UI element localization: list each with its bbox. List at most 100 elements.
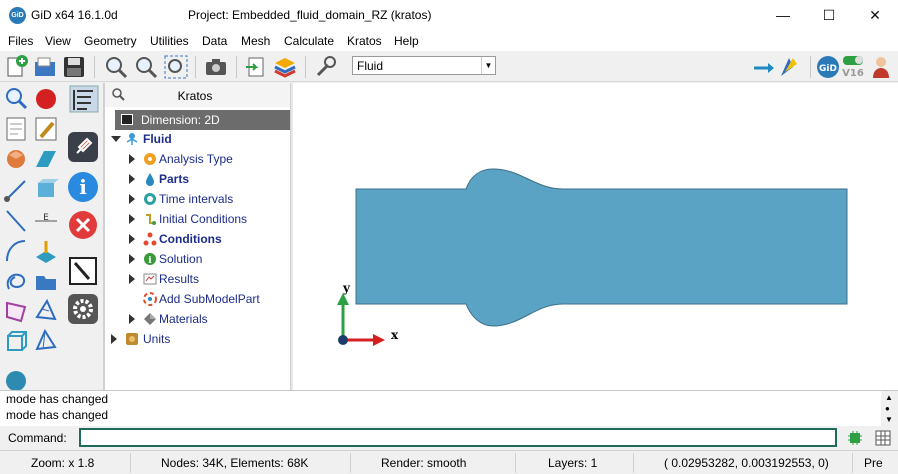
cube-icon[interactable] (3, 327, 29, 355)
tools-icon[interactable] (313, 54, 339, 80)
gid-badge[interactable]: GiD (815, 54, 841, 80)
nurbs-icon[interactable] (3, 297, 29, 325)
info-icon[interactable]: i (67, 171, 99, 203)
axis-y-label: y (342, 281, 351, 295)
zoom-icon[interactable] (3, 85, 29, 113)
scroll-up-icon[interactable]: ▲ (885, 393, 893, 402)
mode-select[interactable]: Fluid ▼ (352, 56, 496, 75)
tree-item-label: Materials (159, 312, 208, 326)
expand-triangle-icon[interactable] (129, 214, 135, 224)
zoom-in-icon[interactable] (103, 54, 129, 80)
tree-item-solution[interactable]: i Solution (127, 249, 287, 269)
grid-icon[interactable] (874, 429, 892, 450)
geometry-icon[interactable] (3, 145, 29, 173)
menu-mesh[interactable]: Mesh (241, 34, 270, 48)
tree-item-fluid[interactable]: Fluid (109, 129, 289, 149)
tree-item-add-submodelpart[interactable]: Add SubModelPart (127, 289, 287, 309)
tree-item-analysis-type[interactable]: Analysis Type (127, 149, 287, 169)
expand-triangle-icon[interactable] (129, 194, 135, 204)
tree-item-time-intervals[interactable]: Time intervals (127, 189, 287, 209)
svg-text:i: i (79, 175, 87, 199)
layers-icon[interactable] (272, 54, 298, 80)
loop-icon[interactable] (3, 267, 29, 295)
tree-item-initial-conditions[interactable]: Initial Conditions (127, 209, 287, 229)
line-tool-icon[interactable] (3, 175, 29, 203)
zoom-frame-icon[interactable] (163, 54, 189, 80)
cancel-icon[interactable] (67, 209, 99, 241)
folder-icon[interactable] (33, 267, 59, 295)
stop-icon[interactable] (33, 85, 59, 113)
title-bar: GiD GiD x64 16.1.0d Project: Embedded_fl… (0, 0, 898, 31)
tree-item-label: Conditions (159, 232, 222, 246)
dimension-icon[interactable]: E (33, 207, 59, 235)
tree-item-materials[interactable]: Materials (127, 309, 287, 329)
close-window-button[interactable]: ✕ (852, 0, 898, 31)
mesh-surface-icon[interactable] (33, 297, 59, 325)
menu-utilities[interactable]: Utilities (150, 34, 189, 48)
menu-geometry[interactable]: Geometry (84, 34, 137, 48)
conditions-icon (143, 232, 157, 246)
tree-item-label: Add SubModelPart (159, 292, 260, 306)
extrude-icon[interactable] (33, 237, 59, 265)
straight-line-icon[interactable] (3, 207, 29, 235)
maximize-button[interactable]: ☐ (806, 0, 852, 31)
kratos-logo-icon[interactable] (778, 54, 804, 80)
expand-triangle-icon[interactable] (111, 334, 117, 344)
tree-item-parts[interactable]: Parts (127, 169, 287, 189)
new-file-icon[interactable] (4, 54, 30, 80)
viewport-canvas[interactable]: y x (293, 83, 898, 390)
open-file-icon[interactable] (32, 54, 58, 80)
sphere-icon[interactable] (3, 365, 29, 393)
dimension-row[interactable]: Dimension: 2D (115, 110, 290, 130)
menu-view[interactable]: View (45, 34, 71, 48)
expand-triangle-icon[interactable] (129, 274, 135, 284)
tree-view-icon[interactable] (69, 85, 99, 113)
expand-triangle-icon[interactable] (129, 314, 135, 324)
pencil-icon[interactable] (33, 115, 59, 143)
fluid-domain-shape[interactable] (355, 168, 848, 327)
tree-item-units[interactable]: Units (109, 329, 289, 349)
menu-help[interactable]: Help (394, 34, 419, 48)
menu-calculate[interactable]: Calculate (284, 34, 334, 48)
user-avatar-icon[interactable] (868, 54, 894, 80)
initial-conditions-icon (143, 212, 157, 226)
save-icon[interactable] (61, 54, 87, 80)
camera-icon[interactable] (203, 54, 229, 80)
tree-item-label: Time intervals (159, 192, 234, 206)
scroll-down-icon[interactable]: ▼ (885, 415, 893, 424)
list-icon[interactable] (3, 115, 29, 143)
app-title: GiD x64 16.1.0d (31, 8, 118, 22)
expand-triangle-icon[interactable] (111, 136, 121, 142)
rocket-icon[interactable] (67, 131, 99, 163)
minimize-button[interactable]: — (760, 0, 806, 31)
expand-triangle-icon[interactable] (129, 174, 135, 184)
arc-icon[interactable] (3, 237, 29, 265)
expand-triangle-icon[interactable] (129, 154, 135, 164)
status-bar: Zoom: x 1.8 Nodes: 34K, Elements: 68K Re… (0, 450, 898, 474)
tree-item-conditions[interactable]: Conditions (127, 229, 287, 249)
expand-triangle-icon[interactable] (129, 254, 135, 264)
mesh-volume-icon[interactable] (33, 327, 59, 355)
tree-item-results[interactable]: Results (127, 269, 287, 289)
panel-title: Kratos (177, 89, 213, 103)
expand-triangle-icon[interactable] (129, 234, 135, 244)
volume-icon[interactable] (33, 175, 59, 203)
menu-data[interactable]: Data (202, 34, 227, 48)
command-input[interactable] (79, 428, 837, 447)
svg-text:V16: V16 (842, 68, 864, 79)
surface-icon[interactable] (33, 145, 59, 173)
status-mode: Pre (864, 456, 883, 470)
chevron-down-icon[interactable]: ▼ (481, 57, 495, 74)
zoom-out-icon[interactable] (133, 54, 159, 80)
arrow-right-icon (752, 54, 778, 80)
import-icon[interactable] (243, 54, 269, 80)
chip-icon[interactable] (846, 429, 864, 450)
panel-header: Kratos (105, 83, 291, 107)
scroll-middle-icon[interactable]: ● (885, 404, 890, 413)
notepad-icon[interactable] (67, 255, 99, 287)
settings-icon[interactable] (67, 293, 99, 325)
log-scrollbar[interactable]: ▲ ● ▼ (881, 391, 898, 427)
graphics-viewport[interactable]: y x (293, 83, 898, 390)
menu-kratos[interactable]: Kratos (347, 34, 382, 48)
menu-files[interactable]: Files (8, 34, 33, 48)
